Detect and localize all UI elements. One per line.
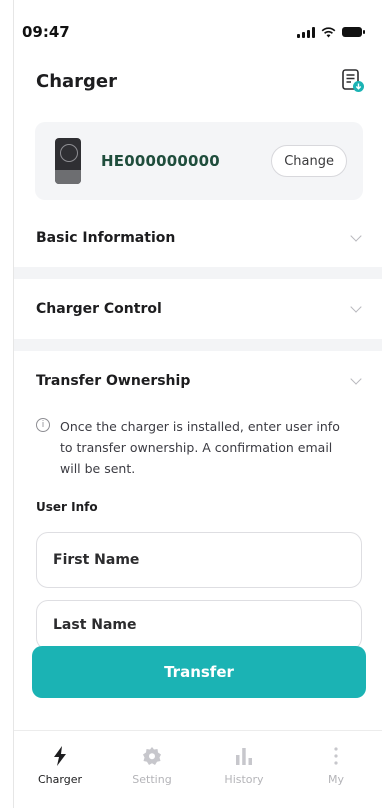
charger-serial: HE000000000 — [101, 152, 220, 170]
bar-chart-icon — [233, 745, 255, 767]
transfer-info-text: Once the charger is installed, enter use… — [60, 419, 340, 476]
tab-label: History — [224, 773, 264, 786]
page-header: Charger — [36, 64, 366, 98]
gear-icon — [141, 745, 163, 767]
charger-image — [55, 138, 81, 184]
section-charger-control[interactable]: Charger Control — [36, 294, 362, 324]
document-download-icon[interactable] — [340, 68, 366, 94]
section-basic-information[interactable]: Basic Information — [36, 223, 362, 253]
tab-label: My — [327, 773, 344, 786]
bottom-tab-bar: Charger Setting History My — [14, 730, 382, 808]
tab-my[interactable]: My — [290, 731, 382, 808]
user-info-label: User Info — [36, 500, 98, 514]
last-name-input[interactable] — [36, 600, 362, 650]
chevron-down-icon — [350, 303, 362, 315]
status-bar: 09:47 — [22, 20, 365, 44]
charger-card: HE000000000 Change — [35, 122, 363, 200]
chevron-down-icon — [350, 375, 362, 387]
page-title: Charger — [36, 70, 118, 92]
tab-charger[interactable]: Charger — [14, 731, 106, 808]
tab-label: Setting — [132, 773, 172, 786]
section-transfer-ownership[interactable]: Transfer Ownership — [36, 366, 362, 396]
more-vertical-icon — [325, 745, 347, 767]
transfer-info: i Once the charger is installed, enter u… — [36, 416, 356, 479]
first-name-input[interactable] — [36, 532, 362, 588]
section-title: Transfer Ownership — [36, 373, 191, 389]
transfer-button[interactable]: Transfer — [32, 646, 366, 698]
section-divider — [14, 339, 382, 351]
change-charger-button[interactable]: Change — [271, 145, 347, 177]
lightning-icon — [49, 745, 71, 767]
battery-icon — [342, 27, 365, 37]
chevron-down-icon — [350, 232, 362, 244]
tab-label: Charger — [38, 773, 82, 786]
section-divider — [14, 267, 382, 279]
section-title: Charger Control — [36, 301, 162, 317]
tab-setting[interactable]: Setting — [106, 731, 198, 808]
status-time: 09:47 — [22, 23, 70, 41]
section-title: Basic Information — [36, 230, 176, 246]
wifi-icon — [321, 26, 336, 37]
info-icon: i — [36, 418, 50, 432]
signal-icon — [297, 26, 315, 38]
tab-history[interactable]: History — [198, 731, 290, 808]
status-icons — [297, 26, 365, 38]
